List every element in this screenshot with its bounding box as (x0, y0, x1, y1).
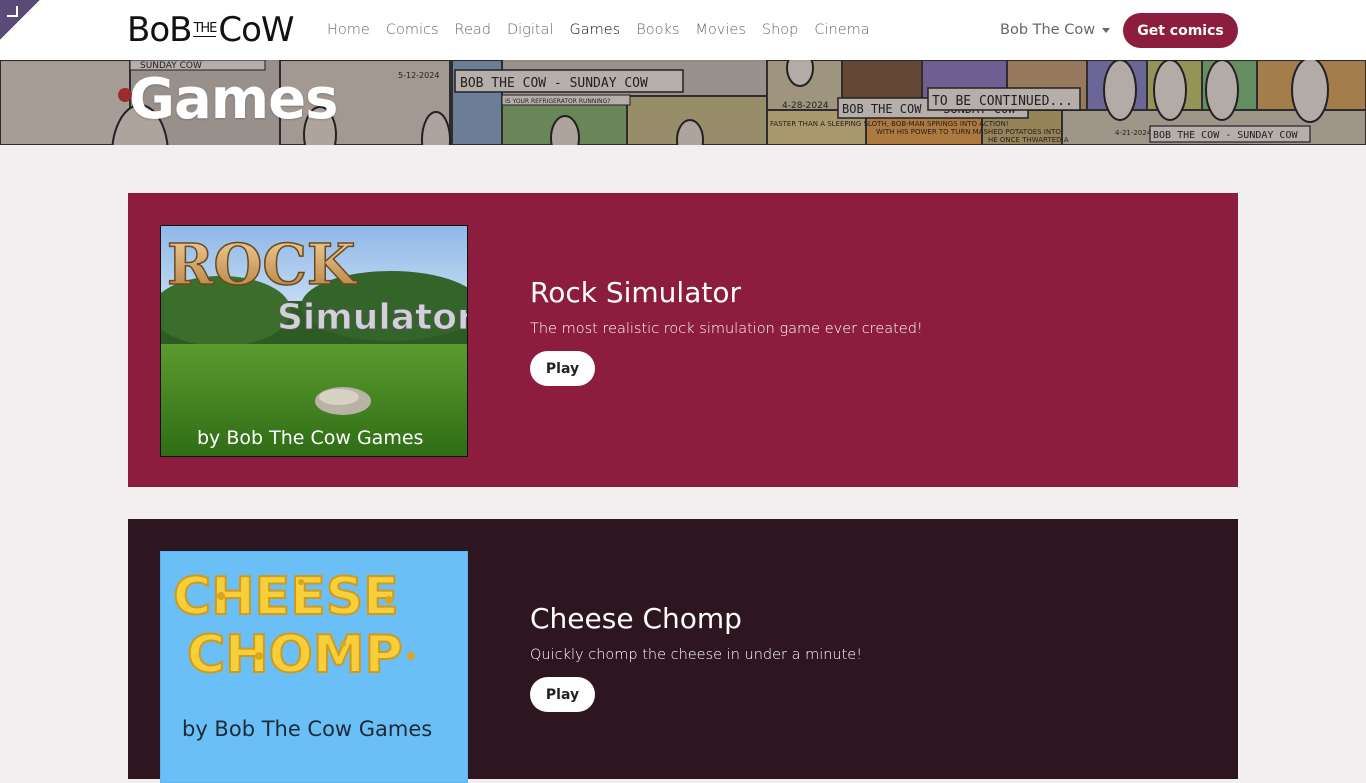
svg-text:CHOMP: CHOMP (187, 625, 403, 685)
game-description: Quickly chomp the cheese in under a minu… (530, 647, 863, 663)
cheese-chomp-cover-image: CHEESE CHOMP by Bob The Cow Games (161, 552, 467, 782)
svg-text:ROCK: ROCK (167, 232, 358, 298)
logo-wordmark: BoB THECoW (127, 10, 295, 50)
svg-text:Simulator: Simulator (277, 297, 467, 338)
play-button-rock-simulator[interactable]: Play (530, 351, 595, 386)
game-thumbnail-cheese-chomp[interactable]: CHEESE CHOMP by Bob The Cow Games (160, 551, 468, 783)
nav-link-shop[interactable]: Shop (754, 22, 806, 38)
svg-text:by Bob The Cow Games: by Bob The Cow Games (182, 717, 432, 741)
account-dropdown-label: Bob The Cow (1000, 22, 1096, 38)
nav-link-digital[interactable]: Digital (499, 22, 562, 38)
top-navbar: BoB THECoW Home Comics Read Digital Games… (0, 0, 1366, 60)
game-description: The most realistic rock simulation game … (530, 321, 923, 337)
nav-link-cinema[interactable]: Cinema (806, 22, 877, 38)
game-title: Cheese Chomp (530, 602, 742, 635)
rock-simulator-cover-image: ROCK Simulator by Bob The Cow Games (161, 226, 467, 456)
main-nav: Home Comics Read Digital Games Books Mov… (319, 0, 878, 60)
game-info-rock-simulator: Rock Simulator The most realistic rock s… (530, 275, 923, 386)
hero-banner: SUNDAY COW 5-12-2024 BOB THE COW - SUNDA… (0, 60, 1366, 145)
nav-link-comics[interactable]: Comics (378, 22, 447, 38)
site-logo[interactable]: BoB THECoW (127, 8, 297, 52)
corner-tab[interactable] (0, 0, 40, 40)
caret-down-icon (1102, 28, 1111, 33)
game-thumbnail-rock-simulator[interactable]: ROCK Simulator by Bob The Cow Games (160, 225, 468, 457)
nav-link-movies[interactable]: Movies (687, 22, 753, 38)
account-dropdown[interactable]: Bob The Cow (1000, 0, 1111, 60)
svg-text:CHEESE: CHEESE (173, 567, 399, 627)
play-button-cheese-chomp[interactable]: Play (530, 677, 595, 712)
page-title: Games (129, 67, 338, 132)
game-card-cheese-chomp: CHEESE CHOMP by Bob The Cow Games Cheese… (128, 519, 1238, 783)
nav-link-books[interactable]: Books (628, 22, 687, 38)
svg-text:by Bob The Cow Games: by Bob The Cow Games (197, 427, 423, 449)
nav-link-games[interactable]: Games (561, 22, 628, 38)
get-comics-button[interactable]: Get comics (1123, 13, 1238, 48)
game-info-cheese-chomp: Cheese Chomp Quickly chomp the cheese in… (530, 601, 862, 712)
game-title: Rock Simulator (530, 276, 741, 309)
corner-bracket-icon (7, 6, 18, 17)
nav-link-read[interactable]: Read (447, 22, 499, 38)
nav-link-home[interactable]: Home (319, 22, 378, 38)
game-card-rock-simulator: ROCK Simulator by Bob The Cow Games Rock… (128, 193, 1238, 487)
